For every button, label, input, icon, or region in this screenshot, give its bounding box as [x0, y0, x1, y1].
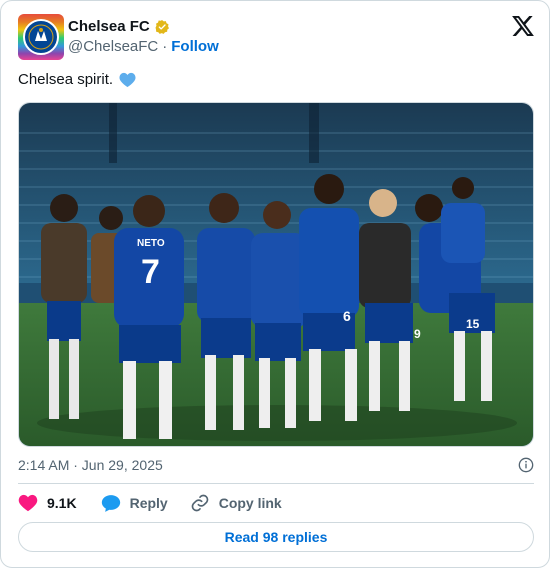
meta-row: 2:14 AM · Jun 29, 2025 [18, 455, 534, 475]
svg-text:9: 9 [414, 327, 421, 341]
separator: · [162, 38, 168, 55]
handle-row: @ChelseaFC · Follow [68, 38, 219, 55]
name-row: Chelsea FC [68, 18, 170, 35]
reply-button[interactable]: Reply [101, 494, 168, 513]
link-icon [191, 494, 209, 512]
handle[interactable]: @ChelseaFC [68, 38, 158, 55]
read-replies-button[interactable]: Read 98 replies [18, 522, 534, 552]
like-count: 9.1K [47, 495, 77, 511]
tweet-body: Chelsea spirit. [18, 71, 114, 88]
svg-text:NETO: NETO [137, 238, 165, 249]
tweet-header: Chelsea FC @ChelseaFC · Follow [18, 14, 534, 60]
svg-text:15: 15 [466, 317, 480, 331]
blue-heart-icon [119, 72, 136, 87]
svg-text:7: 7 [141, 253, 160, 291]
team-celebration-photo: 7 NETO 6 9 15 [19, 103, 533, 446]
copy-link-button[interactable]: Copy link [190, 493, 282, 513]
display-name[interactable]: Chelsea FC [68, 18, 150, 35]
action-bar: 9.1K Reply Copy link [18, 492, 282, 514]
tweet-media-image[interactable]: 7 NETO 6 9 15 [18, 102, 534, 447]
reply-bubble-icon [101, 494, 120, 512]
heart-icon [18, 494, 38, 512]
follow-button[interactable]: Follow [171, 38, 219, 55]
like-button[interactable]: 9.1K [18, 494, 77, 512]
tweet-text: Chelsea spirit. [18, 71, 136, 88]
timestamp[interactable]: 2:14 AM · Jun 29, 2025 [18, 457, 163, 473]
divider [18, 483, 534, 484]
info-icon[interactable] [518, 457, 534, 473]
read-replies-label: Read 98 replies [224, 529, 328, 545]
chelsea-crest-icon [23, 19, 59, 55]
verified-badge-icon [155, 19, 169, 34]
svg-text:6: 6 [343, 308, 351, 324]
tweet-card: Chelsea FC @ChelseaFC · Follow Chelsea s… [0, 0, 550, 568]
reply-label: Reply [129, 495, 168, 511]
avatar[interactable] [18, 14, 64, 60]
x-logo-icon[interactable] [512, 16, 534, 36]
copy-link-label: Copy link [218, 495, 282, 511]
